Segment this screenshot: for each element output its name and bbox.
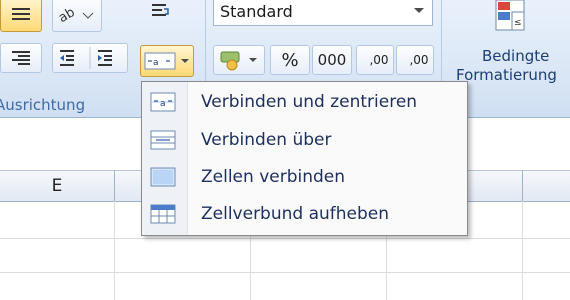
align-right-icon (12, 51, 30, 65)
menu-item-merge-across[interactable]: Verbinden über (144, 122, 465, 158)
alignment-group-label: Ausrichtung (0, 96, 86, 114)
menu-item-label: Zellen verbinden (201, 167, 346, 187)
merge-dropdown-menu: a Verbinden und zentrieren Verbinden übe… (141, 81, 468, 236)
number-format-value: Standard (220, 2, 293, 21)
merge-cells-icon (150, 167, 176, 187)
increase-decimal-button[interactable]: ,00 (356, 45, 394, 75)
number-format-select[interactable]: Standard (213, 0, 433, 26)
thousands-label: 000 (317, 51, 347, 69)
align-lines-icon (12, 8, 30, 20)
unmerge-cells-icon (150, 204, 176, 224)
menu-item-merge-center[interactable]: a Verbinden und zentrieren (144, 84, 465, 120)
thousands-separator-button[interactable]: 000 (312, 45, 352, 75)
menu-item-label: Verbinden und zentrieren (201, 92, 418, 112)
gridline (0, 238, 570, 239)
gridline (0, 272, 570, 273)
chevron-down-icon (414, 8, 424, 13)
merge-across-icon (150, 130, 176, 150)
conditional-formatting-label-1: Bedingte (482, 47, 550, 65)
wrap-text-button[interactable] (143, 0, 177, 28)
decrease-decimal-button[interactable]: ,00 (396, 45, 434, 75)
accounting-format-button[interactable] (213, 45, 265, 75)
text-orientation-button[interactable]: ab (52, 0, 102, 32)
column-header[interactable] (523, 171, 570, 201)
merge-center-icon: a (144, 52, 189, 70)
orientation-icon: ab (57, 5, 94, 24)
percent-button[interactable]: % (270, 45, 310, 75)
menu-item-unmerge-cells[interactable]: Zellverbund aufheben (144, 196, 465, 232)
increase-decimal-label: ,00 (369, 53, 389, 67)
svg-text:a: a (153, 58, 159, 68)
merge-center-icon: a (150, 92, 176, 112)
svg-text:≤: ≤ (514, 18, 522, 28)
conditional-formatting-icon: ≤ (495, 0, 525, 31)
menu-item-merge-cells[interactable]: Zellen verbinden (144, 159, 465, 195)
merge-center-button[interactable]: a (140, 45, 194, 77)
gridline (114, 201, 115, 300)
conditional-formatting-button[interactable]: ≤ Bedingte Formatierung (452, 0, 570, 90)
svg-text:ab: ab (57, 5, 78, 24)
currency-icon (220, 51, 257, 71)
gridline (522, 201, 523, 300)
wrap-text-icon (152, 4, 169, 16)
align-right-button[interactable] (0, 43, 42, 73)
fill-highlight-button[interactable] (0, 0, 42, 32)
indent-group (52, 43, 128, 73)
conditional-formatting-label-2: Formatierung (456, 66, 557, 84)
menu-item-label: Zellverbund aufheben (201, 204, 390, 224)
column-header-e[interactable]: E (0, 171, 115, 201)
percent-label: % (281, 49, 299, 71)
menu-item-label: Verbinden über (201, 130, 332, 150)
decrease-decimal-label: ,00 (409, 53, 429, 67)
svg-text:a: a (160, 99, 166, 109)
indent-icons (60, 47, 112, 69)
